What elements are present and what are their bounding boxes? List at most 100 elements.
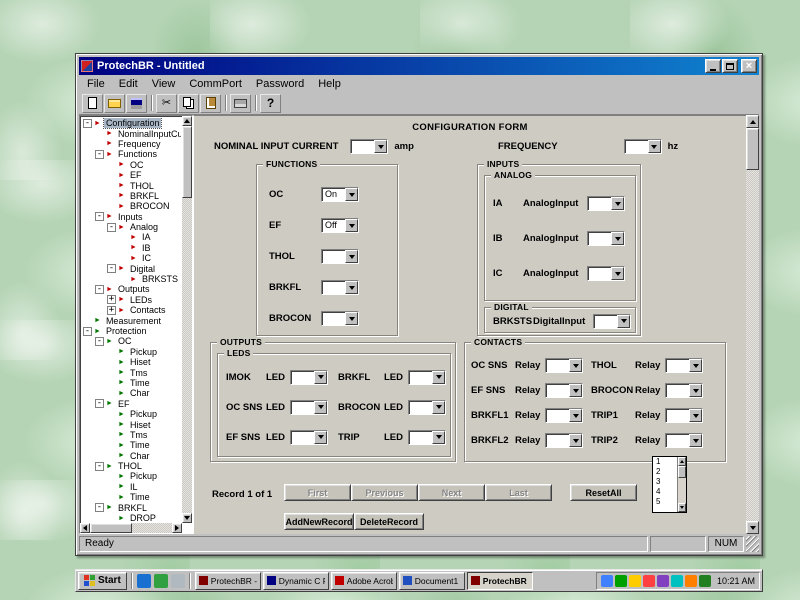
dropdown-scroll-up-button[interactable] (678, 457, 686, 466)
contact-thol-dropdown-button[interactable] (689, 359, 702, 372)
tray-icon-7[interactable] (685, 575, 697, 587)
led-trip-combo[interactable] (408, 430, 446, 445)
tree-item-brocon[interactable]: ►BROCON (82, 201, 181, 211)
tree-expand-toggle[interactable]: - (107, 223, 116, 232)
tree-item-inputs[interactable]: -►Inputs (82, 212, 181, 222)
tree-item-thol[interactable]: -►THOL (82, 461, 181, 471)
tree-item-il[interactable]: ►IL (82, 482, 181, 492)
quicklaunch-icon-1[interactable] (137, 574, 151, 588)
function-thol-dropdown-button[interactable] (345, 250, 358, 263)
tree-item-analog[interactable]: -►Analog (82, 222, 181, 232)
contact-trip2-combo[interactable] (665, 433, 703, 448)
dropdown-option[interactable]: 1 (653, 457, 677, 467)
analog-ib-dropdown-button[interactable] (611, 232, 624, 245)
resetall-button[interactable]: ResetAll (570, 484, 637, 501)
tree-expand-toggle[interactable]: + (107, 295, 116, 304)
nominal-input-current-combo[interactable] (350, 139, 388, 154)
tree-scroll-left-button[interactable] (80, 523, 90, 533)
tree-expand-toggle[interactable]: - (95, 212, 104, 221)
digital-brksts-dropdown-button[interactable] (617, 315, 630, 328)
tree-item-leds[interactable]: +►LEDs (82, 295, 181, 305)
tree-item-brkfl[interactable]: ►BRKFL (82, 191, 181, 201)
tray-icon-4[interactable] (643, 575, 655, 587)
contact-brocon-combo[interactable] (665, 383, 703, 398)
led-ef-sns-dropdown-button[interactable] (314, 431, 327, 444)
form-scrollbar-thumb[interactable] (746, 128, 759, 170)
tray-icon-3[interactable] (629, 575, 641, 587)
tree-scrollbar-thumb[interactable] (182, 126, 192, 198)
contact-brkfl1-combo[interactable] (545, 408, 583, 423)
analog-ib-combo[interactable] (587, 231, 625, 246)
maximize-button[interactable] (722, 59, 738, 73)
nominal-input-current-dropdown-button[interactable] (374, 140, 387, 153)
tree-item-brksts[interactable]: ►BRKSTS (82, 274, 181, 284)
led-oc-sns-dropdown-button[interactable] (314, 401, 327, 414)
tree-scrollbar-track[interactable] (182, 126, 192, 513)
contact-brkfl2-combo[interactable] (545, 433, 583, 448)
menu-help[interactable]: Help (311, 76, 348, 92)
contact-brkfl1-dropdown-button[interactable] (569, 409, 582, 422)
tree-horizontal-scrollbar[interactable] (80, 523, 182, 533)
tree-item-measurement[interactable]: ►Measurement (82, 315, 181, 325)
tree-item-pickup[interactable]: ►Pickup (82, 347, 181, 357)
tree-vertical-scrollbar[interactable] (182, 116, 192, 523)
function-ef-dropdown-button[interactable] (345, 219, 358, 232)
tree-item-pickup[interactable]: ►Pickup (82, 471, 181, 481)
analog-ic-dropdown-button[interactable] (611, 267, 624, 280)
tree-item-protection[interactable]: -►Protection (82, 326, 181, 336)
led-brocon-combo[interactable] (408, 400, 446, 415)
tray-icon-2[interactable] (615, 575, 627, 587)
function-brocon-combo[interactable] (321, 311, 359, 326)
tree-item-outputs[interactable]: -►Outputs (82, 284, 181, 294)
paste-button[interactable] (200, 94, 221, 113)
menu-commport[interactable]: CommPort (182, 76, 249, 92)
tree-item-tms[interactable]: ►Tms (82, 367, 181, 377)
open-button[interactable] (104, 94, 125, 113)
contact-brocon-dropdown-button[interactable] (689, 384, 702, 397)
save-button[interactable] (126, 94, 147, 113)
tray-icon-1[interactable] (601, 575, 613, 587)
led-imok-dropdown-button[interactable] (314, 371, 327, 384)
resize-grip[interactable] (746, 536, 759, 552)
taskbar-task-1[interactable]: ProtechBR - Micr... (195, 572, 261, 590)
led-brkfl-combo[interactable] (408, 370, 446, 385)
function-brkfl-combo[interactable] (321, 280, 359, 295)
contact-trip2-dropdown-button[interactable] (689, 434, 702, 447)
frequency-dropdown-button[interactable] (648, 140, 661, 153)
form-vertical-scrollbar[interactable] (746, 115, 759, 534)
led-ef-sns-combo[interactable] (290, 430, 328, 445)
cut-button[interactable]: ✂ (156, 94, 177, 113)
minimize-button[interactable] (705, 59, 721, 73)
tree-item-nominalinputcurrent[interactable]: ►NominalInputCurrent (82, 128, 181, 138)
tree-item-time[interactable]: ►Time (82, 440, 181, 450)
tree-expand-toggle[interactable]: - (83, 119, 92, 128)
tree-expand-toggle[interactable]: - (95, 503, 104, 512)
tree-item-brkfl[interactable]: -►BRKFL (82, 502, 181, 512)
tree-item-pickup[interactable]: ►Pickup (82, 409, 181, 419)
tree-item-contacts[interactable]: +►Contacts (82, 305, 181, 315)
tree-item-ib[interactable]: ►IB (82, 243, 181, 253)
led-imok-combo[interactable] (290, 370, 328, 385)
analog-ic-combo[interactable] (587, 266, 625, 281)
form-scroll-down-button[interactable] (746, 521, 759, 534)
menu-file[interactable]: File (80, 76, 112, 92)
quicklaunch-icon-2[interactable] (154, 574, 168, 588)
dropdown-scroll-thumb[interactable] (678, 466, 686, 478)
digital-brksts-combo[interactable] (593, 314, 631, 329)
taskbar-task-3[interactable]: Adobe Acrobat -... (331, 572, 397, 590)
tree-expand-toggle[interactable]: - (83, 327, 92, 336)
tree-scroll-right-button[interactable] (172, 523, 182, 533)
tray-icon-5[interactable] (657, 575, 669, 587)
tree-scroll-up-button[interactable] (182, 116, 192, 126)
taskbar-task-2[interactable]: Dynamic C Premi... (263, 572, 329, 590)
function-brkfl-dropdown-button[interactable] (345, 281, 358, 294)
tray-icon-8[interactable] (699, 575, 711, 587)
tree-item-hiset[interactable]: ►Hiset (82, 357, 181, 367)
contact-oc-sns-combo[interactable] (545, 358, 583, 373)
tree-hscrollbar-track[interactable] (90, 523, 172, 533)
tree-item-oc[interactable]: ►OC (82, 160, 181, 170)
tree-item-char[interactable]: ►Char (82, 388, 181, 398)
analog-ia-combo[interactable] (587, 196, 625, 211)
menu-edit[interactable]: Edit (112, 76, 145, 92)
tree-expand-toggle[interactable]: - (95, 337, 104, 346)
